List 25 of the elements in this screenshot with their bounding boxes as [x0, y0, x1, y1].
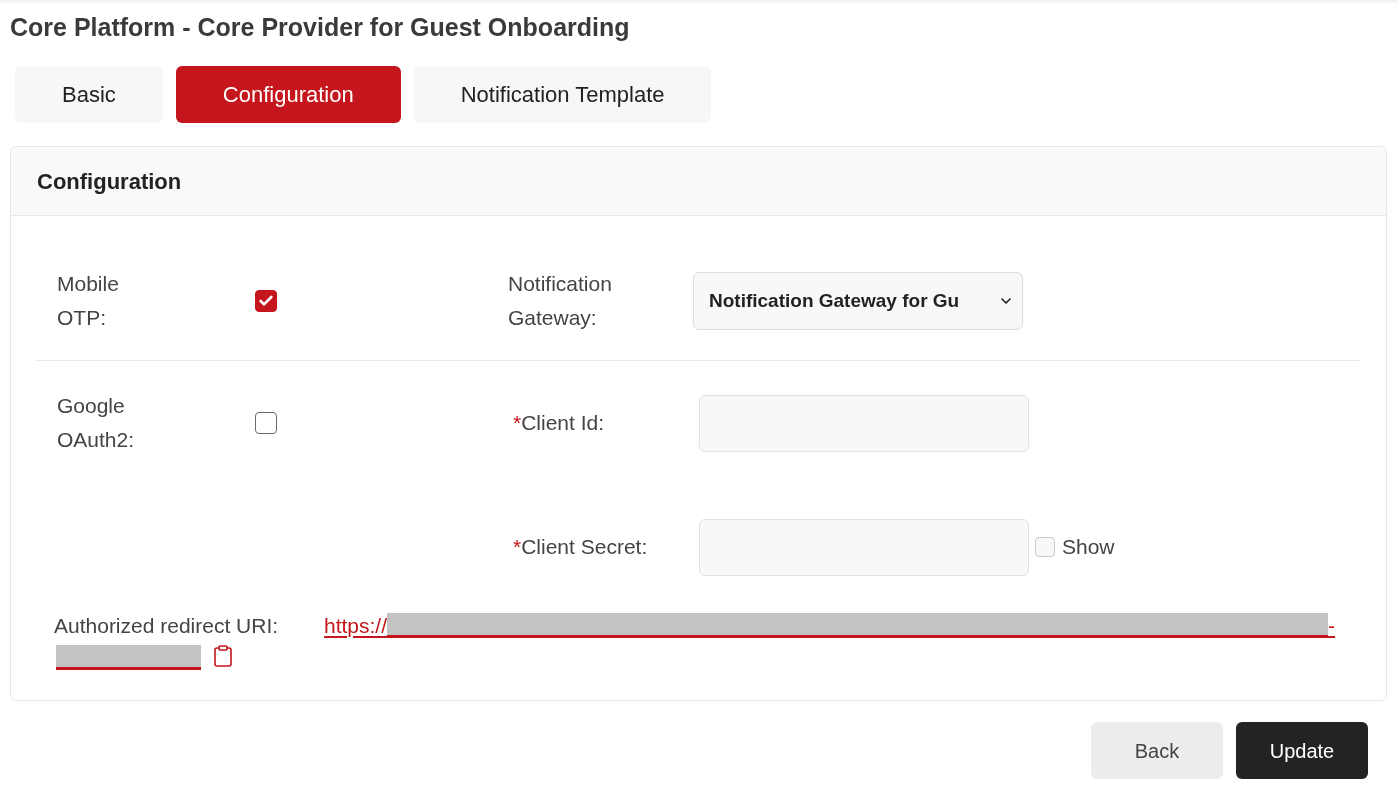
show-label: Show: [1062, 534, 1115, 561]
redirect-uri-label: Authorized redirect URI:: [54, 614, 280, 638]
field-label: Notification Gateway:: [508, 271, 613, 331]
page-title: Core Platform - Core Provider for Guest Onboarding: [10, 12, 630, 43]
field-label: *Client Id:: [513, 410, 606, 436]
option-label: Google OAuth2:: [57, 393, 136, 453]
field-label: *Client Secret:: [513, 534, 649, 560]
checkbox[interactable]: [255, 290, 277, 312]
tab[interactable]: Basic: [15, 66, 163, 123]
input-field[interactable]: [699, 518, 1029, 576]
check-icon: [258, 293, 274, 309]
redirect-uri-link[interactable]: -: [1328, 614, 1336, 638]
input-field[interactable]: [699, 394, 1029, 452]
select-value: Notification Gateway for Gu: [709, 288, 960, 313]
option-label: Mobile OTP:: [57, 271, 120, 331]
select-dropdown[interactable]: Notification Gateway for Gu: [693, 272, 1023, 330]
card-title: Configuration: [37, 167, 182, 196]
copy-button[interactable]: [211, 644, 235, 668]
back-button[interactable]: Back: [1091, 722, 1223, 779]
checkbox[interactable]: [255, 412, 277, 434]
tab[interactable]: Notification Template: [413, 66, 712, 123]
update-button[interactable]: Update: [1236, 722, 1368, 779]
redirect-uri-link[interactable]: https://: [324, 614, 388, 638]
tab[interactable]: Configuration: [175, 66, 401, 123]
clipboard-icon: [211, 644, 235, 668]
